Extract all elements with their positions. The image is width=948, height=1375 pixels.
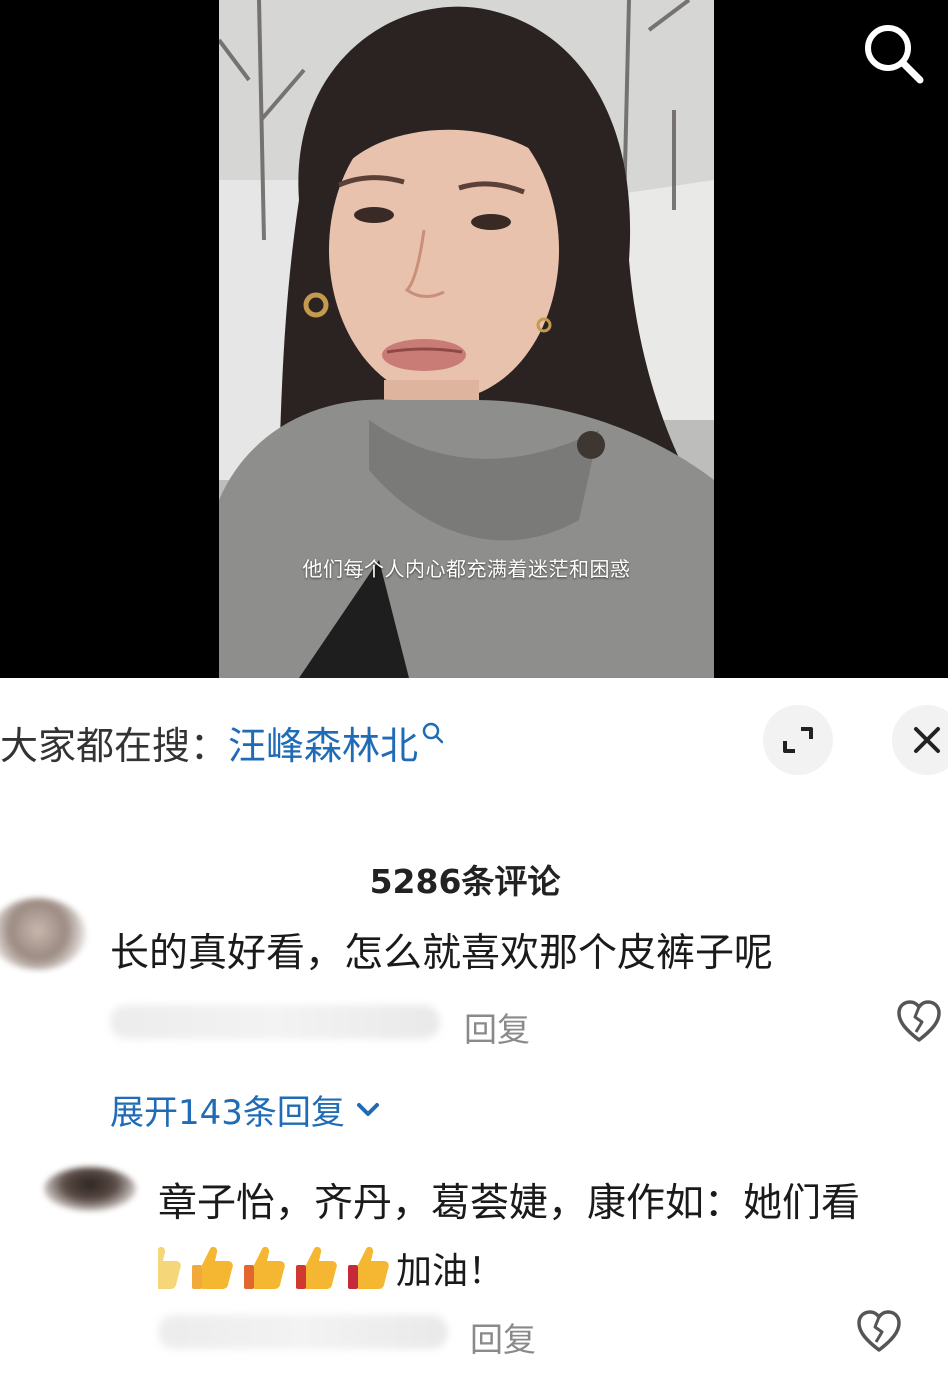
close-button[interactable]	[892, 705, 948, 775]
comment-count-title: 5286条评论	[369, 862, 561, 901]
hot-search-bar: 大家都在搜： 汪峰森林北	[0, 712, 720, 772]
reply-button[interactable]: 回复	[470, 1313, 536, 1361]
search-icon[interactable]	[420, 720, 446, 746]
video-frame[interactable]: 他们每个人内心都充满着迷茫和困惑	[219, 0, 714, 678]
expand-replies-link[interactable]: 展开143条回复	[110, 1085, 383, 1134]
search-icon	[865, 25, 924, 84]
broken-heart-icon	[897, 1000, 941, 1042]
dislike-button[interactable]	[896, 1000, 942, 1044]
comment-text: 章子怡，齐丹，葛荟婕，康作如：她们看	[158, 1181, 861, 1226]
hot-search-term-link[interactable]: 汪峰森林北	[228, 715, 418, 770]
video-subtitle: 他们每个人内心都充满着迷茫和困惑	[302, 557, 631, 581]
thumbs-up-emoji	[192, 1246, 233, 1289]
chevron-down-icon	[356, 1102, 379, 1116]
hot-search-prefix: 大家都在搜：	[0, 723, 229, 768]
comment-emoji-row: 加油！	[158, 1238, 504, 1298]
thumbs-up-emoji	[348, 1246, 389, 1289]
video-player[interactable]: 他们每个人内心都充满着迷茫和困惑	[0, 0, 948, 678]
thumbs-up-emoji	[296, 1246, 337, 1289]
dislike-button[interactable]	[856, 1310, 902, 1354]
comment-text: 长的真好看，怎么就喜欢那个皮裤子呢	[110, 931, 774, 976]
search-button[interactable]	[858, 18, 928, 88]
app-root: 他们每个人内心都充满着迷茫和困惑 大家都在搜： 汪峰森林北 5286条评论 长的…	[0, 0, 948, 1375]
expand-button[interactable]	[763, 705, 833, 775]
thumbs-up-emoji	[244, 1246, 285, 1289]
avatar[interactable]	[0, 898, 86, 970]
avatar[interactable]	[44, 1167, 136, 1211]
thumbs-up-emoji	[158, 1246, 181, 1289]
expand-replies-label: 展开143条回复	[110, 1093, 345, 1133]
comment-text-tail: 加油！	[396, 1251, 505, 1292]
comment-meta-blurred	[110, 1005, 440, 1039]
comment-meta-blurred	[158, 1315, 448, 1349]
close-icon	[914, 727, 940, 753]
reply-button[interactable]: 回复	[464, 1003, 530, 1051]
expand-icon	[783, 727, 813, 753]
broken-heart-icon	[857, 1310, 901, 1352]
